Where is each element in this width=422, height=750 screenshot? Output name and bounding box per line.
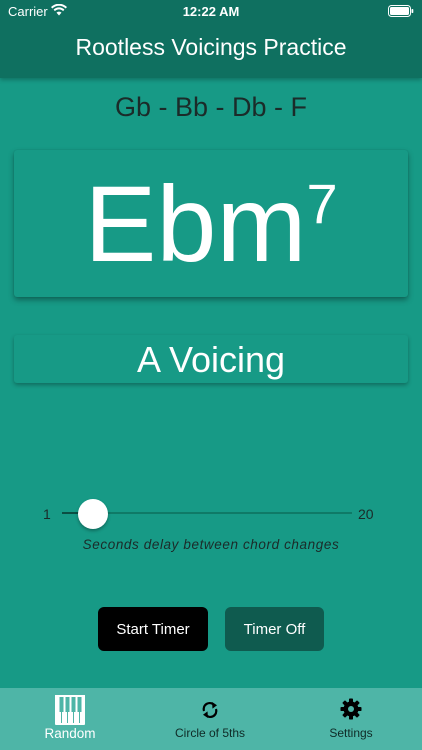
tab-random-label: Random <box>44 726 96 741</box>
page-title: Rootless Voicings Practice <box>75 34 347 60</box>
chord-card[interactable]: Ebm7 <box>14 150 408 297</box>
status-time: 12:22 AM <box>182 4 240 19</box>
tab-circle-label: Circle of 5ths <box>174 726 246 740</box>
tab-bar: Random Circle of 5ths Settings <box>0 688 422 750</box>
navigation-bar: Carrier 12:22 AM Rootless Voicings Pract… <box>0 0 422 78</box>
slider-max-label: 20 <box>358 506 374 522</box>
gear-icon <box>340 698 362 720</box>
voicing-label: A Voicing <box>136 339 286 380</box>
battery-icon <box>388 5 414 17</box>
chord-root: Ebm <box>84 163 307 284</box>
tab-settings[interactable]: Settings <box>311 688 391 750</box>
tab-settings-label: Settings <box>329 726 373 740</box>
chord-name: Ebm7 <box>14 168 408 298</box>
start-timer-button[interactable]: Start Timer <box>98 607 208 651</box>
slider-min-label: 1 <box>43 506 51 522</box>
slider-caption: Seconds delay between chord changes <box>82 537 340 552</box>
status-bar: Carrier 12:22 AM <box>0 0 422 22</box>
tab-circle-of-fifths[interactable]: Circle of 5ths <box>160 688 260 750</box>
chord-extension: 7 <box>306 172 338 235</box>
refresh-icon <box>202 701 218 719</box>
voicing-card[interactable]: A Voicing <box>14 335 408 383</box>
chord-notes: Gb - Bb - Db - F <box>114 92 308 122</box>
delay-slider-thumb[interactable] <box>77 499 108 529</box>
tab-random[interactable]: Random <box>30 688 110 750</box>
timer-off-button[interactable]: Timer Off <box>225 607 324 651</box>
piano-icon <box>55 695 85 725</box>
